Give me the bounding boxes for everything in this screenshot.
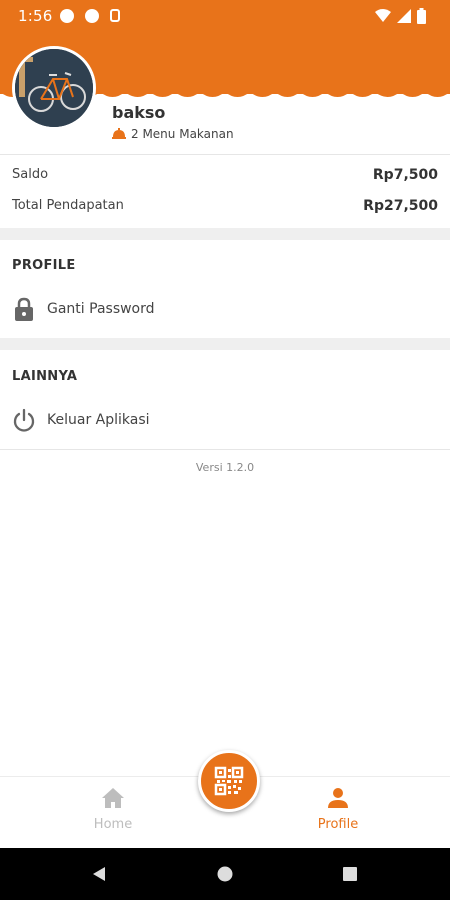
wifi-icon xyxy=(375,9,391,22)
nav-home-label: Home xyxy=(93,817,133,832)
status-bar: 1:56 xyxy=(0,0,450,34)
signal-icon xyxy=(397,9,411,23)
qr-scan-button[interactable] xyxy=(198,750,260,812)
power-icon xyxy=(12,408,36,432)
saldo-label: Saldo xyxy=(12,167,49,182)
menu-count-label: 2 Menu Makanan xyxy=(131,127,234,141)
section-separator xyxy=(0,228,450,240)
notification-icon xyxy=(85,9,99,23)
bicycle-photo xyxy=(15,49,93,127)
change-password-item[interactable]: Ganti Password xyxy=(0,287,450,331)
food-cover-icon xyxy=(112,128,126,139)
user-name: bakso xyxy=(112,103,166,122)
menu-count: 2 Menu Makanan xyxy=(112,127,234,141)
divider xyxy=(0,449,450,450)
app-version: Versi 1.2.0 xyxy=(195,461,255,474)
notification-icon xyxy=(60,9,74,23)
nav-profile-label: Profile xyxy=(317,817,359,832)
income-value: Rp27,500 xyxy=(363,198,438,214)
logout-item[interactable]: Keluar Aplikasi xyxy=(0,398,450,442)
saldo-row: Saldo Rp7,500 xyxy=(12,167,438,183)
person-icon xyxy=(328,788,348,808)
logout-label: Keluar Aplikasi xyxy=(47,412,150,428)
home-icon xyxy=(102,788,124,808)
nav-profile[interactable]: Profile xyxy=(288,787,388,832)
avatar[interactable] xyxy=(12,46,96,130)
back-icon[interactable] xyxy=(91,866,107,882)
lock-icon xyxy=(12,297,36,321)
qr-code-icon xyxy=(214,766,244,796)
change-password-label: Ganti Password xyxy=(47,301,155,317)
recents-icon[interactable] xyxy=(342,866,358,882)
section-title-other: LAINNYA xyxy=(12,369,78,384)
section-title-profile: PROFILE xyxy=(12,258,76,273)
saldo-value: Rp7,500 xyxy=(372,167,438,183)
battery-icon xyxy=(417,8,426,24)
home-button-icon[interactable] xyxy=(217,866,233,882)
sim-icon xyxy=(110,9,120,22)
status-time: 1:56 xyxy=(18,7,53,25)
system-navigation-bar xyxy=(0,848,450,900)
income-label: Total Pendapatan xyxy=(12,198,124,213)
nav-home[interactable]: Home xyxy=(63,787,163,832)
income-row: Total Pendapatan Rp27,500 xyxy=(12,198,438,214)
section-separator xyxy=(0,338,450,350)
divider xyxy=(0,154,450,155)
